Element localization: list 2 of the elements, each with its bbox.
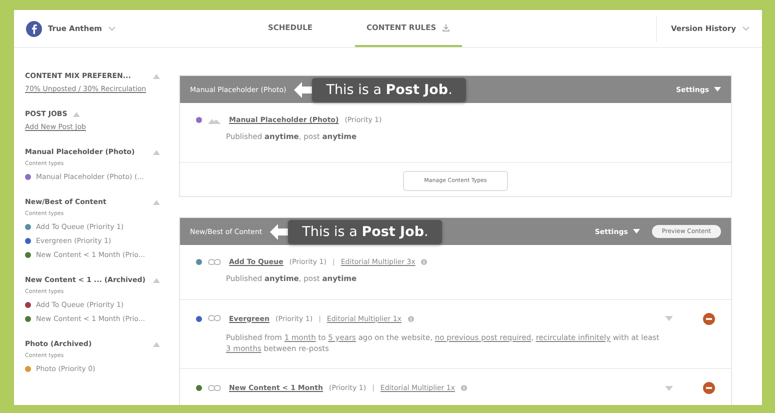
- tooltip: This is a Post Job.: [312, 78, 466, 102]
- tooltip: This is a Post Job.: [288, 220, 442, 244]
